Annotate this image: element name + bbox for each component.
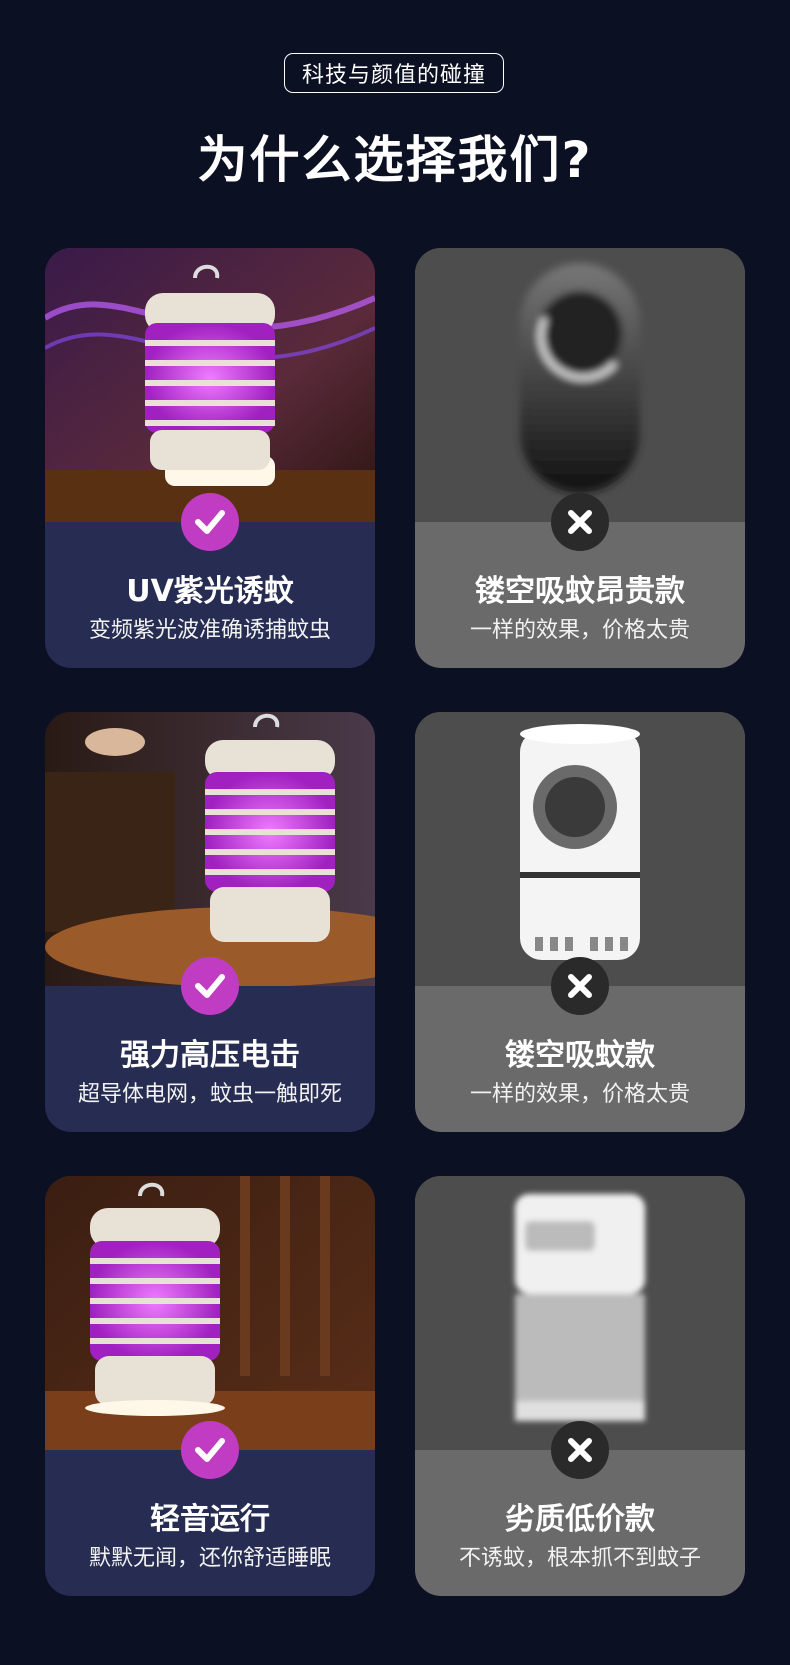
check-icon [181,957,239,1015]
feature-card-quiet: 轻音运行 默默无闻，还你舒适睡眠 [45,1176,375,1596]
competitor-card-cheap: 劣质低价款 不诱蚊，根本抓不到蚊子 [415,1176,745,1596]
competitor-card-suction-expensive: 镂空吸蚊昂贵款 一样的效果，价格太贵 [415,248,745,668]
product-photo-lamp-bedroom [45,248,375,522]
competitor-title: 劣质低价款 [505,1502,655,1537]
competitor-subtitle: 一样的效果，价格太贵 [469,618,690,643]
feature-subtitle: 超导体电网，蚊虫一触即死 [77,1082,342,1107]
competitor-subtitle: 不诱蚊，根本抓不到蚊子 [458,1546,701,1571]
feature-subtitle: 变频紫光波准确诱捕蚊虫 [88,618,331,643]
feature-card-uv-light: UV紫光诱蚊 变频紫光波准确诱捕蚊虫 [45,248,375,668]
competitor-subtitle: 一样的效果，价格太贵 [469,1082,690,1107]
x-icon [551,957,609,1015]
check-icon [181,493,239,551]
feature-title: 轻音运行 [150,1502,270,1537]
feature-subtitle: 默默无闻，还你舒适睡眠 [88,1546,331,1571]
competitor-title: 镂空吸蚊款 [505,1038,655,1073]
x-icon [551,1421,609,1479]
check-icon [181,1421,239,1479]
product-photo-blurred-suction-device [415,248,745,522]
page-title: 为什么选择我们? [197,131,593,189]
product-photo-white-suction-device [415,712,745,986]
competitor-card-suction: 镂空吸蚊款 一样的效果，价格太贵 [415,712,745,1132]
product-photo-lamp-nightstand [45,1176,375,1450]
product-photo-lamp-dresser [45,712,375,986]
product-photo-blurred-cheap-device [415,1176,745,1450]
competitor-title: 镂空吸蚊昂贵款 [475,574,685,609]
x-icon [551,493,609,551]
feature-title: 强力高压电击 [120,1038,300,1073]
feature-title: UV紫光诱蚊 [126,574,294,609]
feature-card-high-voltage: 强力高压电击 超导体电网，蚊虫一触即死 [45,712,375,1132]
header-badge: 科技与颜值的碰撞 [284,53,504,93]
